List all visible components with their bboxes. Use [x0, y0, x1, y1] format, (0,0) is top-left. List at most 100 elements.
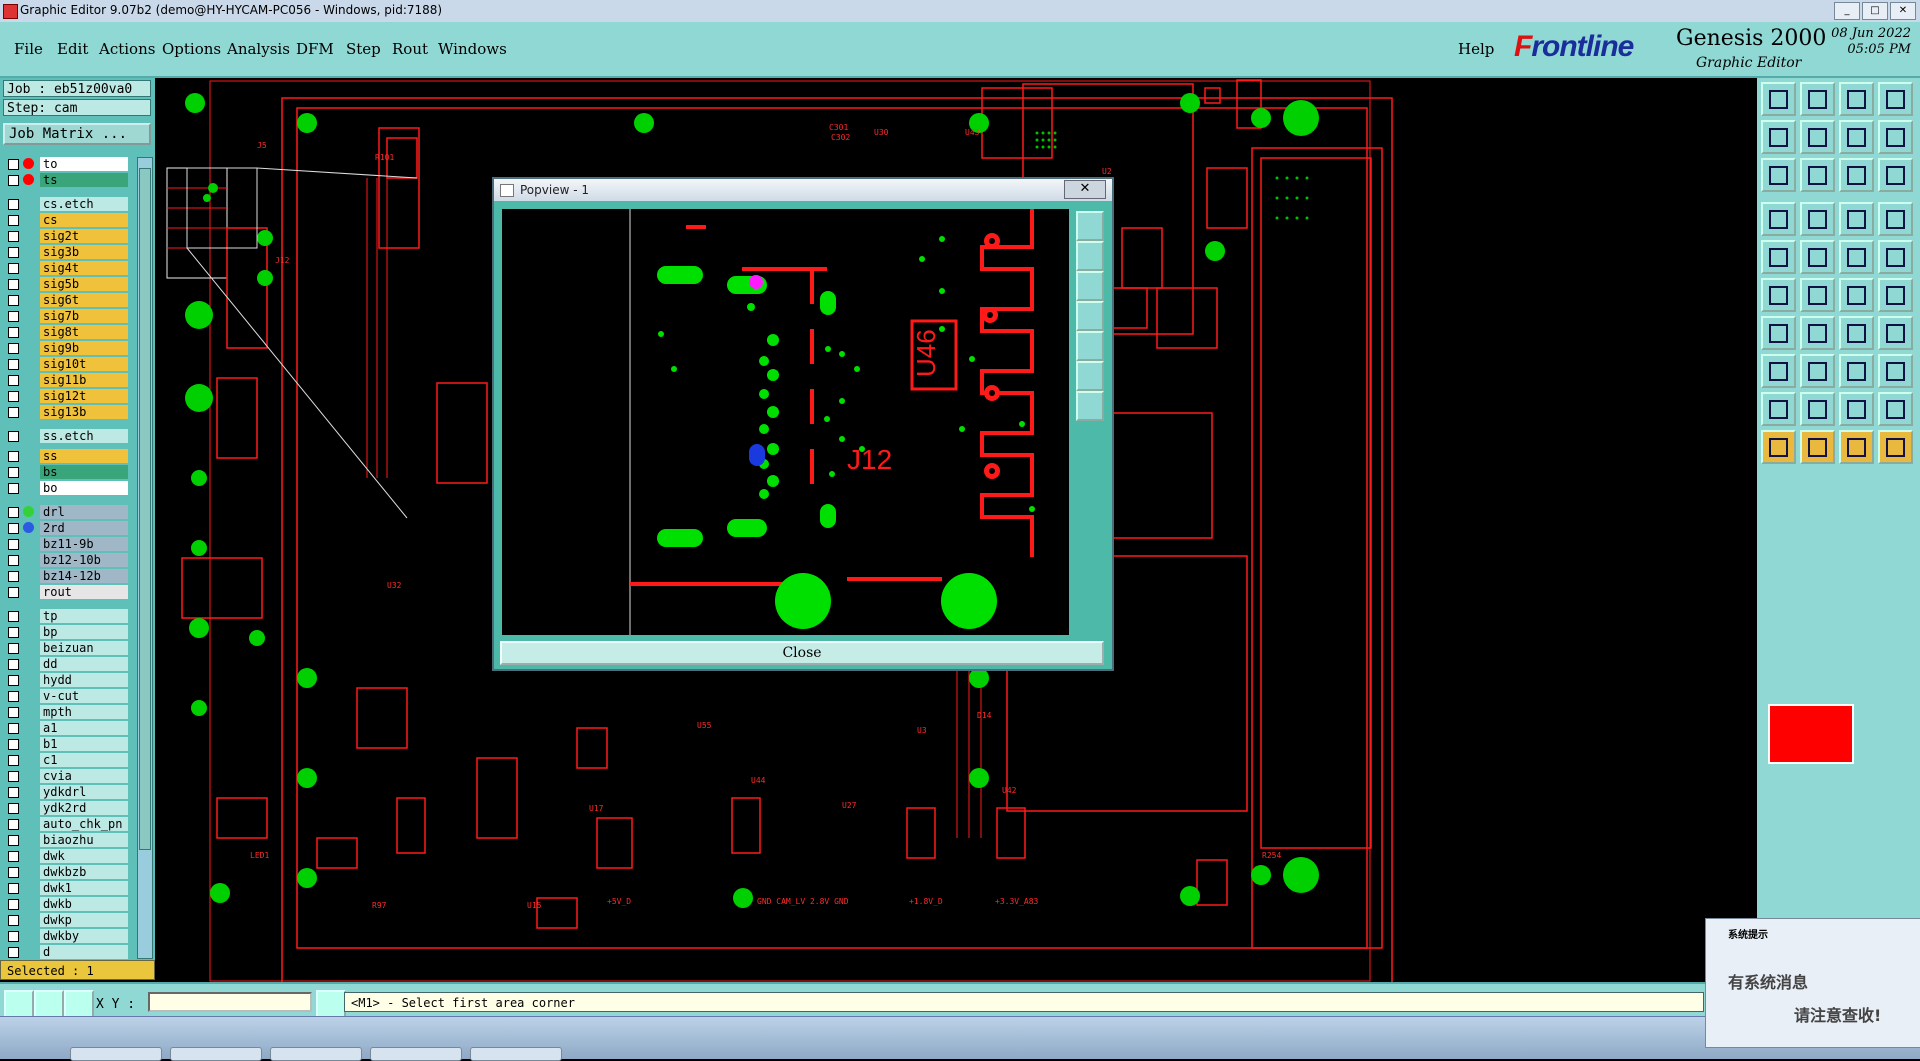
popview-zoom-fit-button[interactable]: [1076, 211, 1104, 241]
taskbar-item[interactable]: [270, 1047, 362, 1061]
layer-row[interactable]: sig12t: [6, 389, 128, 403]
layer-name[interactable]: b1: [40, 737, 128, 751]
zoom-fit-button[interactable]: [1761, 158, 1796, 192]
help-button[interactable]: [1878, 158, 1913, 192]
layer-row[interactable]: auto_chk_pn: [6, 817, 128, 831]
scrollbar-thumb[interactable]: [139, 168, 151, 850]
node-tool-button[interactable]: [1839, 278, 1874, 312]
layer-scrollbar[interactable]: [137, 157, 153, 959]
menu-analysis[interactable]: Analysis: [227, 40, 290, 58]
menu-actions[interactable]: Actions: [99, 40, 155, 58]
snap-toggle-button[interactable]: [4, 990, 34, 1018]
layer-name[interactable]: dwkb: [40, 897, 128, 911]
layer-checkbox[interactable]: [8, 723, 19, 734]
layer-row[interactable]: sig2t: [6, 229, 128, 243]
layer-name[interactable]: bz11-9b: [40, 537, 128, 551]
layer-checkbox[interactable]: [8, 483, 19, 494]
pointer-edit-button[interactable]: [1878, 430, 1913, 464]
layer-row[interactable]: sig8t: [6, 325, 128, 339]
popview-titlebar[interactable]: Popview - 1 ✕: [494, 179, 1112, 201]
layer-row[interactable]: sig7b: [6, 309, 128, 323]
line-tool-button[interactable]: [1800, 240, 1835, 274]
layer-row[interactable]: sig9b: [6, 341, 128, 355]
zoom-center-button[interactable]: [1800, 158, 1835, 192]
layer-checkbox[interactable]: [8, 835, 19, 846]
taskbar-item[interactable]: [470, 1047, 562, 1061]
layer-name[interactable]: d: [40, 945, 128, 959]
menu-file[interactable]: File: [14, 40, 43, 58]
triangle-d-button[interactable]: [1878, 392, 1913, 426]
menu-step[interactable]: Step: [346, 40, 381, 58]
layer-row[interactable]: cs.etch: [6, 197, 128, 211]
layer-name[interactable]: ydkdrl: [40, 785, 128, 799]
taskbar-item[interactable]: [70, 1047, 162, 1061]
pointer-button[interactable]: [1761, 430, 1796, 464]
arc-tool-button[interactable]: [1839, 316, 1874, 350]
layer-checkbox[interactable]: [8, 819, 19, 830]
grid-button[interactable]: [1800, 202, 1835, 236]
close-window-button[interactable]: ✕: [1890, 2, 1916, 20]
layer-checkbox[interactable]: [8, 247, 19, 258]
layer-checkbox[interactable]: [8, 539, 19, 550]
layer-row[interactable]: ydk2rd: [6, 801, 128, 815]
layer-row[interactable]: bs: [6, 465, 128, 479]
layer-checkbox[interactable]: [8, 215, 19, 226]
layer-checkbox[interactable]: [8, 659, 19, 670]
mirror-button[interactable]: [1878, 120, 1913, 154]
draw-diag-button[interactable]: [1800, 316, 1835, 350]
connect-tool-button[interactable]: [1761, 278, 1796, 312]
layer-checkbox[interactable]: [8, 507, 19, 518]
dimension-tool-button[interactable]: [1839, 354, 1874, 388]
layer-name[interactable]: dd: [40, 657, 128, 671]
layer-checkbox[interactable]: [8, 391, 19, 402]
layer-checkbox[interactable]: [8, 359, 19, 370]
layer-name[interactable]: beizuan: [40, 641, 128, 655]
alert-icon-button[interactable]: [316, 990, 346, 1018]
pad-tool-button[interactable]: [1761, 240, 1796, 274]
xy-input[interactable]: [148, 992, 312, 1012]
menu-rout[interactable]: Rout: [392, 40, 428, 58]
shape-tool-button[interactable]: [1878, 354, 1913, 388]
layer-checkbox[interactable]: [8, 467, 19, 478]
layer-checkbox[interactable]: [8, 691, 19, 702]
layer-name[interactable]: dwkp: [40, 913, 128, 927]
popview-canvas[interactable]: U46 J12: [502, 209, 1069, 635]
pointer-select-button[interactable]: [1800, 430, 1835, 464]
layer-row[interactable]: dwk1: [6, 881, 128, 895]
taskbar-item[interactable]: [170, 1047, 262, 1061]
layer-checkbox[interactable]: [8, 431, 19, 442]
popview-close-button[interactable]: Close: [500, 641, 1104, 665]
layer-checkbox[interactable]: [8, 739, 19, 750]
layer-name[interactable]: bs: [40, 465, 128, 479]
grid-toggle-button[interactable]: [64, 990, 94, 1018]
layer-checkbox[interactable]: [8, 771, 19, 782]
layer-row[interactable]: dwkp: [6, 913, 128, 927]
layer-row[interactable]: drl: [6, 505, 128, 519]
layer-checkbox[interactable]: [8, 867, 19, 878]
rotate-button[interactable]: [1839, 120, 1874, 154]
layer-name[interactable]: drl: [40, 505, 128, 519]
popview-zoom-out-button[interactable]: [1076, 271, 1104, 301]
layer-checkbox[interactable]: [8, 707, 19, 718]
layer-checkbox[interactable]: [8, 159, 19, 170]
layer-color-button[interactable]: [1839, 202, 1874, 236]
layer-row[interactable]: dwk: [6, 849, 128, 863]
layer-name[interactable]: cs.etch: [40, 197, 128, 211]
layer-row[interactable]: beizuan: [6, 641, 128, 655]
layer-checkbox[interactable]: [8, 311, 19, 322]
layer-row[interactable]: v-cut: [6, 689, 128, 703]
layer-row[interactable]: ydkdrl: [6, 785, 128, 799]
home-button[interactable]: [1839, 82, 1874, 116]
layer-name[interactable]: ss: [40, 449, 128, 463]
layer-row[interactable]: sig5b: [6, 277, 128, 291]
layer-name[interactable]: bz14-12b: [40, 569, 128, 583]
layer-checkbox[interactable]: [8, 555, 19, 566]
pointer-move-button[interactable]: [1839, 430, 1874, 464]
layer-checkbox[interactable]: [8, 231, 19, 242]
triangle-b-button[interactable]: [1800, 392, 1835, 426]
edit-node-button[interactable]: [1878, 278, 1913, 312]
layer-row[interactable]: ss: [6, 449, 128, 463]
layer-name[interactable]: v-cut: [40, 689, 128, 703]
layer-name[interactable]: cvia: [40, 769, 128, 783]
layer-name[interactable]: bz12-10b: [40, 553, 128, 567]
